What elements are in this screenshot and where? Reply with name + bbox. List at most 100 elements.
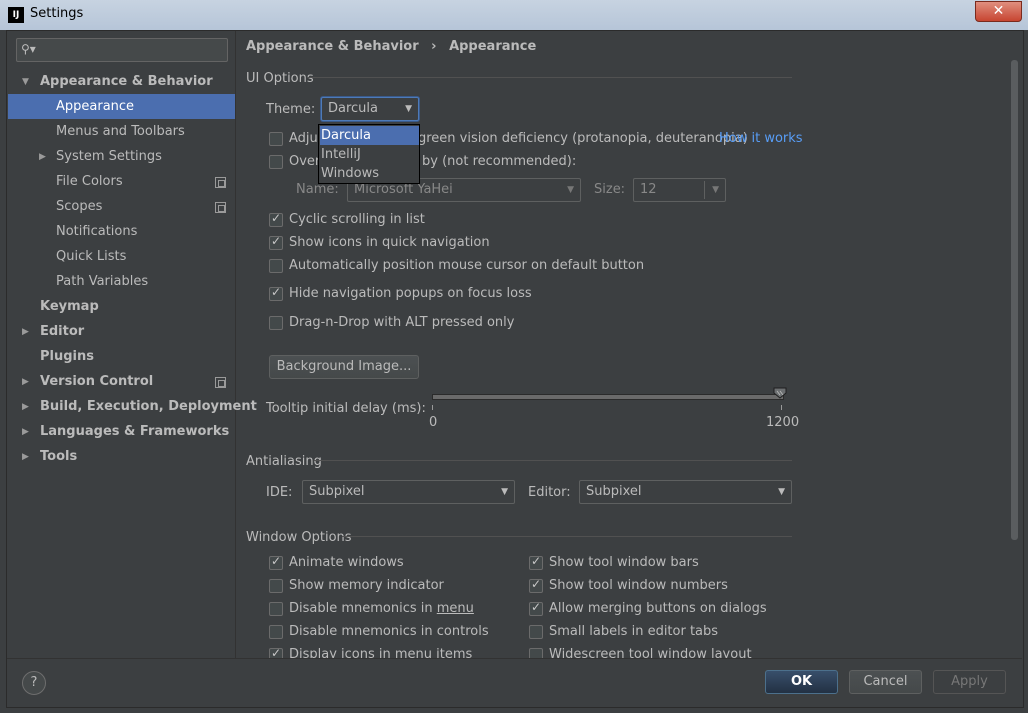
editor-aa-select[interactable]: Subpixel ▼ (579, 480, 792, 504)
chevron-down-icon: ▼ (501, 487, 508, 497)
drag-n-drop-label: Drag-n-Drop with ALT pressed only (289, 315, 515, 330)
disable-mnemonics-controls-label: Disable mnemonics in controls (289, 624, 489, 639)
show-icons-nav-label: Show icons in quick navigation (289, 235, 490, 250)
sidebar-item-appearance-behavior[interactable]: Appearance & Behavior (40, 69, 213, 94)
cancel-button[interactable]: Cancel (849, 670, 922, 694)
sidebar-item-languages-frameworks[interactable]: Languages & Frameworks (40, 419, 229, 444)
antialiasing-title: Antialiasing (246, 454, 322, 469)
section-divider (308, 77, 792, 78)
adjust-colors-checkbox[interactable] (269, 132, 283, 146)
disable-mnemonics-controls-checkbox[interactable] (269, 625, 283, 639)
ok-button[interactable]: OK (765, 670, 838, 694)
section-divider (342, 536, 792, 537)
chevron-down-icon: ▼ (405, 104, 412, 114)
breadcrumb-current: Appearance (449, 39, 537, 54)
sidebar-item-notifications[interactable]: Notifications (56, 219, 137, 244)
sidebar-item-path-variables[interactable]: Path Variables (56, 269, 148, 294)
chevron-right-icon[interactable]: ▶ (22, 327, 29, 337)
show-icons-nav-checkbox[interactable] (269, 234, 283, 250)
chevron-down-icon: ▼ (712, 185, 719, 195)
breadcrumb-parent[interactable]: Appearance & Behavior (246, 39, 419, 54)
window-options-title: Window Options (246, 530, 352, 545)
search-input[interactable]: ⚲▾ (16, 38, 228, 62)
sidebar-item-menus-toolbars[interactable]: Menus and Toolbars (56, 119, 185, 144)
chevron-right-icon[interactable]: ▶ (22, 452, 29, 462)
tooltip-min-label: 0 (429, 415, 438, 430)
animate-windows-checkbox[interactable] (269, 554, 283, 570)
theme-option-windows[interactable]: Windows (320, 164, 419, 183)
sidebar-item-version-control[interactable]: Version Control (40, 369, 153, 394)
theme-option-darcula[interactable]: Darcula (320, 126, 419, 145)
show-memory-checkbox[interactable] (269, 579, 283, 593)
override-fonts-checkbox[interactable] (269, 155, 283, 169)
title-bar: IJ Settings ✕ (0, 0, 1028, 30)
override-fonts-label-prefix: Over (289, 154, 321, 169)
cyclic-scrolling-label: Cyclic scrolling in list (289, 212, 425, 227)
search-icon: ⚲▾ (21, 42, 36, 56)
editor-aa-label: Editor: (528, 485, 571, 500)
override-fonts-label: by (not recommended): (422, 154, 577, 169)
theme-dropdown-list: Darcula IntelliJ Windows (318, 124, 420, 184)
help-button[interactable]: ? (22, 671, 46, 695)
close-button[interactable]: ✕ (975, 1, 1022, 22)
tooltip-delay-slider[interactable] (432, 394, 784, 400)
auto-position-cursor-checkbox[interactable] (269, 259, 283, 273)
sidebar-item-editor[interactable]: Editor (40, 319, 84, 344)
slider-tick (781, 405, 782, 410)
auto-position-cursor-label: Automatically position mouse cursor on d… (289, 258, 645, 273)
show-tool-window-bars-checkbox[interactable] (529, 554, 543, 570)
font-size-label: Size: (594, 182, 626, 197)
apply-button[interactable]: Apply (933, 670, 1006, 694)
adjust-colors-label: green vision deficiency (protanopia, deu… (418, 131, 748, 146)
font-name-label: Name: (296, 182, 339, 197)
cyclic-scrolling-checkbox[interactable] (269, 211, 283, 227)
breadcrumb: Appearance & Behavior › Appearance (246, 39, 536, 54)
how-it-works-link[interactable]: How it works (719, 131, 803, 146)
theme-option-intellij[interactable]: IntelliJ (320, 145, 419, 164)
sidebar-item-appearance[interactable]: Appearance (8, 94, 235, 119)
sidebar-item-system-settings[interactable]: System Settings (56, 144, 162, 169)
breadcrumb-separator: › (431, 39, 437, 54)
sidebar-item-keymap[interactable]: Keymap (40, 294, 99, 319)
drag-n-drop-checkbox[interactable] (269, 316, 283, 330)
scrollbar[interactable] (1011, 60, 1018, 540)
hide-nav-popups-checkbox[interactable] (269, 285, 283, 301)
disable-mnemonics-menu-prefix: Disable mnemonics in (289, 601, 437, 616)
sidebar-item-build-execution-deployment[interactable]: Build, Execution, Deployment (40, 394, 257, 419)
slider-thumb[interactable] (773, 387, 787, 399)
disable-mnemonics-menu-checkbox[interactable] (269, 602, 283, 616)
sidebar-item-quick-lists[interactable]: Quick Lists (56, 244, 126, 269)
allow-merging-buttons-checkbox[interactable] (529, 600, 543, 616)
chevron-right-icon[interactable]: ▶ (39, 152, 46, 162)
chevron-right-icon[interactable]: ▶ (22, 427, 29, 437)
divider (704, 181, 705, 199)
ui-options-title: UI Options (246, 71, 314, 86)
theme-value: Darcula (328, 101, 379, 116)
small-labels-tabs-checkbox[interactable] (529, 625, 543, 639)
sidebar-item-plugins[interactable]: Plugins (40, 344, 94, 369)
font-size-value: 12 (640, 182, 657, 197)
slider-tick (432, 405, 433, 410)
hide-nav-popups-label: Hide navigation popups on focus loss (289, 286, 532, 301)
project-level-icon (215, 202, 226, 213)
sidebar-item-file-colors[interactable]: File Colors (56, 169, 123, 194)
font-size-select[interactable]: 12 ▼ (633, 178, 726, 202)
project-level-icon (215, 377, 226, 388)
theme-select[interactable]: Darcula ▼ (321, 97, 419, 121)
sidebar-item-tools[interactable]: Tools (40, 444, 77, 469)
disable-mnemonics-menu-label: Disable mnemonics in menu (289, 601, 474, 616)
show-tool-window-numbers-label: Show tool window numbers (549, 578, 728, 593)
settings-window: IJ Settings ✕ ⚲▾ ▼ Appearance & Behavior… (0, 0, 1028, 713)
sidebar-item-scopes[interactable]: Scopes (56, 194, 102, 219)
background-image-button[interactable]: Background Image... (269, 355, 419, 379)
chevron-right-icon[interactable]: ▶ (22, 377, 29, 387)
editor-aa-value: Subpixel (586, 484, 642, 499)
chevron-down-icon[interactable]: ▼ (22, 77, 29, 87)
disable-mnemonics-menu-word: menu (436, 601, 474, 616)
chevron-right-icon[interactable]: ▶ (22, 402, 29, 412)
show-tool-window-numbers-checkbox[interactable] (529, 577, 543, 593)
chevron-down-icon: ▼ (778, 487, 785, 497)
ide-aa-select[interactable]: Subpixel ▼ (302, 480, 515, 504)
animate-windows-label: Animate windows (289, 555, 404, 570)
tooltip-delay-label: Tooltip initial delay (ms): (266, 401, 426, 416)
